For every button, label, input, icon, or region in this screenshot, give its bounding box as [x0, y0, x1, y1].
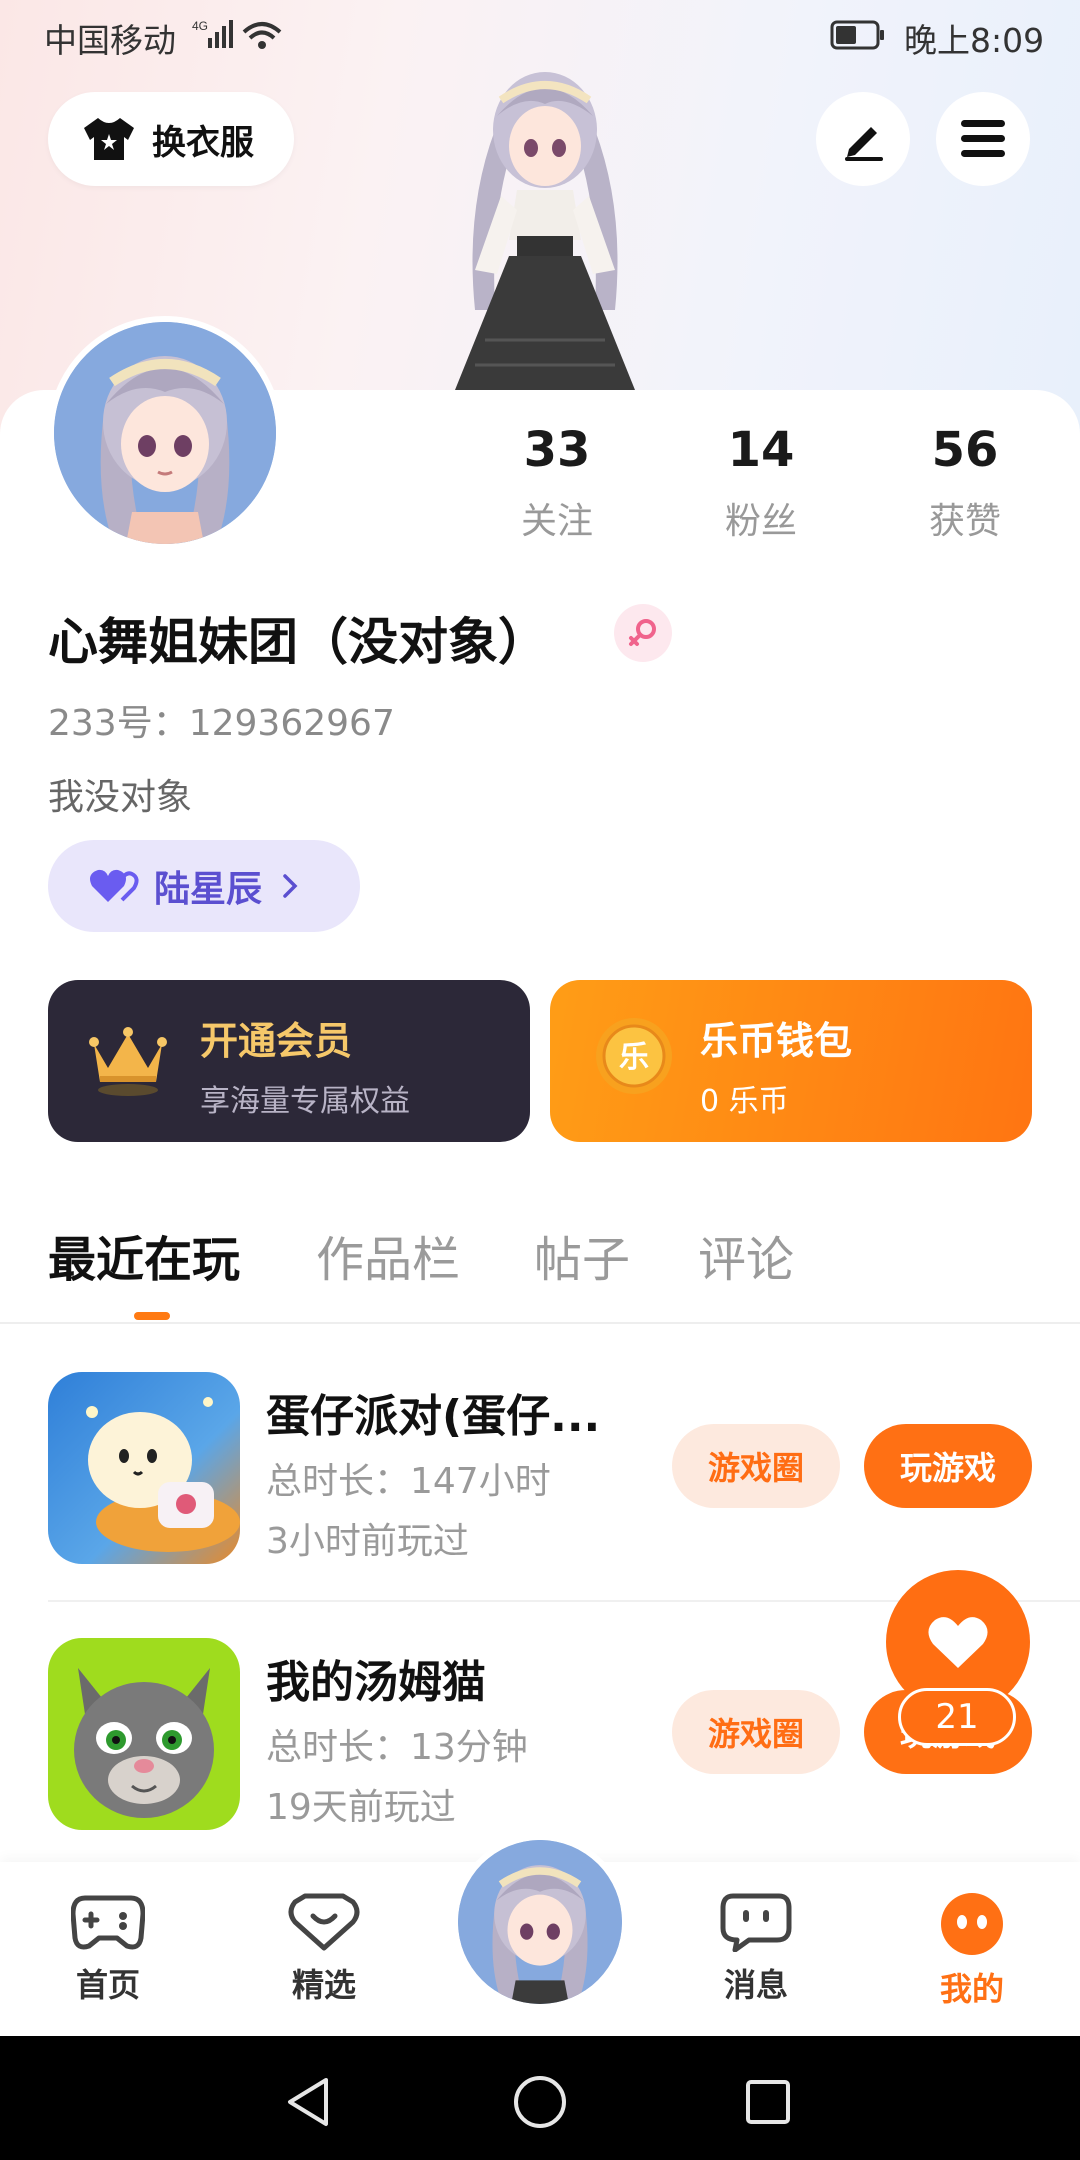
- vip-subtitle: 享海量专属权益: [200, 1084, 410, 1119]
- female-gender-icon: [614, 604, 672, 662]
- bio: 我没对象: [48, 777, 193, 818]
- signal-icon: 4G: [192, 19, 282, 49]
- tab-works[interactable]: 作品栏: [316, 1220, 460, 1290]
- cp-partner-chip[interactable]: 陆星辰: [48, 840, 360, 932]
- likes-label: 获赞: [928, 501, 1001, 542]
- system-navigation-bar: [0, 2036, 1080, 2160]
- user-id: 233号：129362967: [48, 703, 395, 744]
- edit-button[interactable]: [816, 92, 910, 186]
- dress-up-label: 换衣服: [152, 122, 254, 163]
- shirt-icon: [84, 118, 134, 160]
- vip-membership-card[interactable]: 开通会员 享海量专属权益: [48, 980, 530, 1142]
- vip-title: 开通会员: [200, 1019, 353, 1063]
- game-icon-talking-tom[interactable]: [48, 1638, 240, 1830]
- game-row[interactable]: 蛋仔派对(蛋仔... 总时长：147小时 3小时前玩过 游戏圈 玩游戏: [0, 1372, 1080, 1612]
- nav-home[interactable]: 首页: [38, 1892, 178, 2006]
- active-tab-indicator: [134, 1312, 170, 1320]
- nav-messages[interactable]: 消息: [686, 1892, 826, 2006]
- following-count: 33: [523, 422, 591, 478]
- coin-icon: 乐: [596, 1018, 672, 1094]
- crown-icon: [89, 1027, 167, 1096]
- wallet-balance: 0 乐币: [700, 1084, 789, 1119]
- heart-chat-icon: [288, 1893, 360, 1951]
- avatar-character-illustration[interactable]: [405, 60, 685, 390]
- nav-featured-label: 精选: [291, 1966, 356, 2004]
- game-title: 我的汤姆猫: [266, 1657, 486, 1708]
- tabs-divider: [0, 1322, 1080, 1324]
- double-heart-icon: [90, 869, 139, 902]
- wallet-title: 乐币钱包: [700, 1019, 853, 1063]
- coin-glyph: 乐: [619, 1040, 649, 1075]
- nav-avatar-portrait: [458, 1840, 622, 2004]
- game-last-played: 3小时前玩过: [266, 1521, 469, 1562]
- content-tabs: 最近在玩 作品栏 帖子 评论: [0, 1220, 1080, 1320]
- heart-icon: [928, 1617, 988, 1668]
- game-circle-button[interactable]: 游戏圈: [672, 1690, 840, 1774]
- followers-stat[interactable]: 14 粉丝: [686, 422, 836, 544]
- followers-label: 粉丝: [724, 501, 797, 542]
- game-circle-button[interactable]: 游戏圈: [672, 1424, 840, 1508]
- hamburger-menu-icon: [961, 120, 1005, 157]
- tab-posts[interactable]: 帖子: [534, 1220, 630, 1290]
- cp-partner-name: 陆星辰: [154, 869, 263, 910]
- tab-recently-played[interactable]: 最近在玩: [48, 1220, 240, 1290]
- following-stat[interactable]: 33 关注: [482, 422, 632, 544]
- followers-count: 14: [727, 422, 795, 478]
- likes-count: 56: [931, 422, 999, 478]
- tab-comments[interactable]: 评论: [698, 1220, 794, 1290]
- pen-icon: [845, 127, 883, 161]
- game-duration: 总时长：13分钟: [266, 1727, 528, 1768]
- wallet-card[interactable]: 乐 乐币钱包 0 乐币: [550, 980, 1032, 1142]
- carrier-label: 中国移动: [44, 21, 176, 60]
- chevron-right-icon: [283, 874, 298, 898]
- play-game-button[interactable]: 玩游戏: [864, 1424, 1032, 1508]
- gamepad-icon: [70, 1895, 146, 1950]
- back-triangle-icon[interactable]: [284, 2076, 332, 2128]
- avatar-portrait: [54, 322, 276, 544]
- recents-square-icon[interactable]: [744, 2078, 792, 2126]
- game-title: 蛋仔派对(蛋仔...: [266, 1391, 601, 1442]
- user-avatar[interactable]: [48, 316, 282, 550]
- like-count-badge: 21: [898, 1688, 1016, 1746]
- clock: 晚上8:09: [904, 21, 1045, 60]
- following-label: 关注: [520, 501, 593, 542]
- message-icon: [720, 1893, 792, 1953]
- network-type-label: 4G: [192, 19, 208, 33]
- nickname: 心舞姐妹团（没对象）: [48, 613, 548, 671]
- nav-me-label: 我的: [939, 1970, 1004, 2008]
- game-duration: 总时长：147小时: [266, 1461, 551, 1502]
- menu-button[interactable]: [936, 92, 1030, 186]
- game-icon-eggy-party[interactable]: [48, 1372, 240, 1564]
- home-circle-icon[interactable]: [512, 2074, 568, 2130]
- battery-icon: [830, 20, 884, 50]
- nav-featured[interactable]: 精选: [254, 1892, 394, 2006]
- nav-messages-label: 消息: [723, 1966, 788, 2004]
- dress-up-button[interactable]: 换衣服: [48, 92, 294, 186]
- nav-avatar-center-button[interactable]: [452, 1834, 628, 2010]
- likes-stat[interactable]: 56 获赞: [890, 422, 1040, 544]
- nav-me[interactable]: 我的: [902, 1892, 1042, 2010]
- profile-face-icon: [941, 1893, 1003, 1955]
- game-last-played: 19天前玩过: [266, 1787, 456, 1828]
- nav-home-label: 首页: [75, 1966, 140, 2004]
